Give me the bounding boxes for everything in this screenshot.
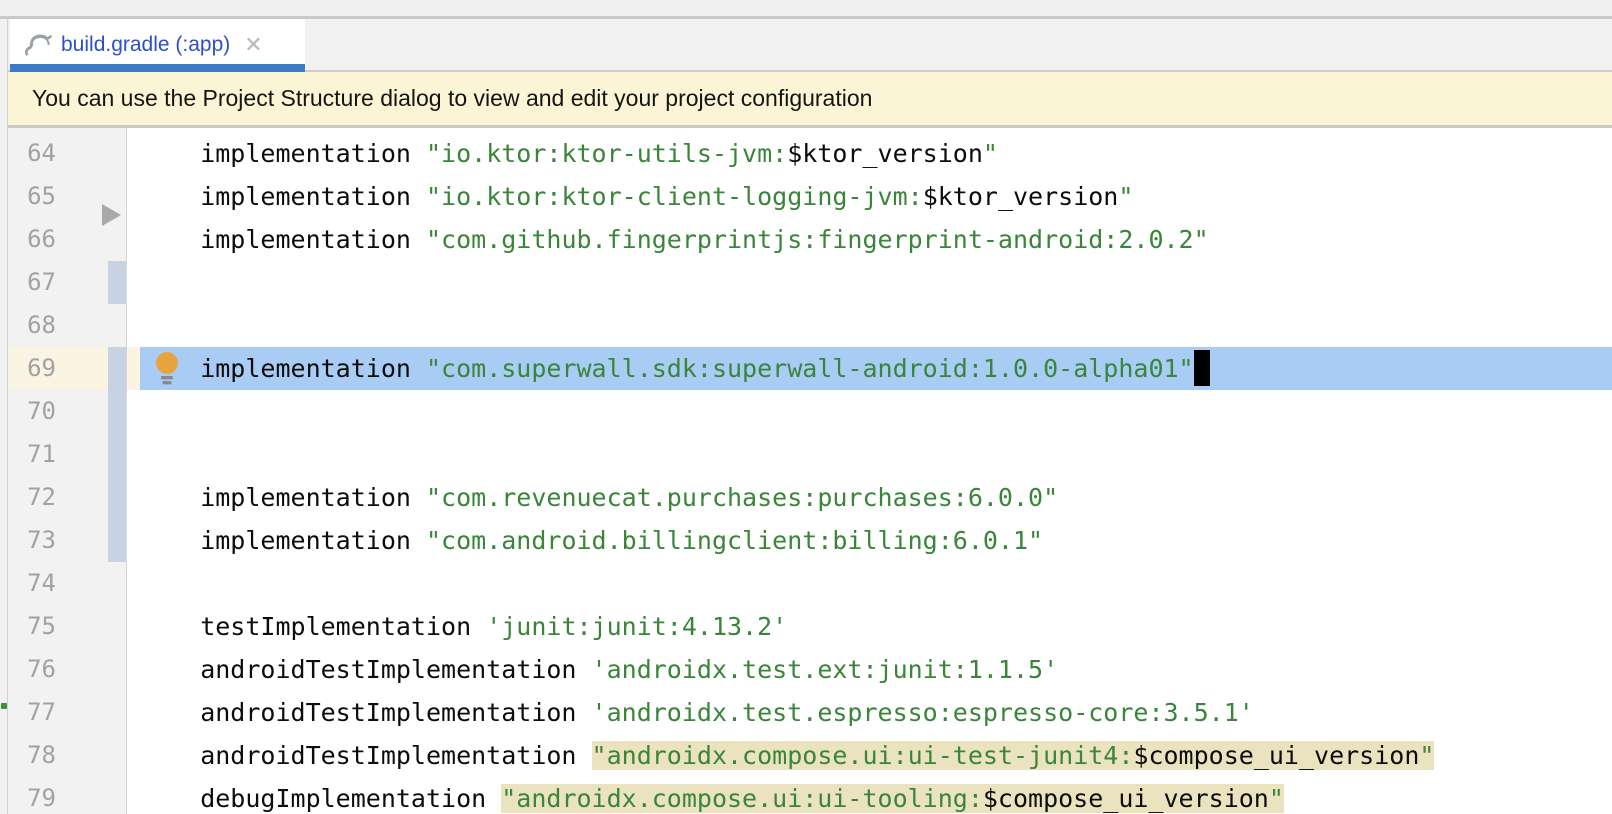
code-line-72[interactable]: implementation "com.revenuecat.purchases… [140,476,1612,519]
code-line-64[interactable]: implementation "io.ktor:ktor-utils-jvm:$… [140,132,1612,175]
code-token: implementation [140,182,426,211]
gutter-line-number: 74 [8,562,126,605]
code-string: "androidx.compose.ui:ui-test-junit4: [592,741,1134,770]
code-line-79[interactable]: debugImplementation "androidx.compose.ui… [140,777,1612,814]
code-string: "com.android.billingclient:billing:6.0.1… [426,526,1043,555]
fold-column [127,128,140,814]
code-line-73[interactable]: implementation "com.android.billingclien… [140,519,1612,562]
fold-cell [127,734,140,777]
code-line-78[interactable]: androidTestImplementation "androidx.comp… [140,734,1612,777]
gradle-elephant-icon [22,32,52,58]
gutter-line-number: 75 [8,605,126,648]
code-token: androidTestImplementation [140,741,592,770]
code-string: "io.ktor:ktor-utils-jvm: [426,139,787,168]
gutter-line-number: 68 [8,304,126,347]
code-token: implementation [140,483,426,512]
fold-cell [127,605,140,648]
code-string: " [1419,741,1434,770]
fold-cell [127,648,140,691]
gutter-line-number: 77 [8,691,126,734]
quickfix-bulb-icon[interactable] [155,352,181,385]
code-line-74[interactable] [140,562,1612,605]
close-tab-icon[interactable]: ✕ [244,34,262,56]
gutter-line-number: 64 [8,132,126,175]
vcs-marker-dot [1,703,7,709]
fold-cell [127,347,140,390]
code-token: $ktor_version [923,182,1119,211]
code-string: "com.superwall.sdk:superwall-android:1.0… [426,354,1194,383]
code-line-66[interactable]: implementation "com.github.fingerprintjs… [140,218,1612,261]
code-string: "com.github.fingerprintjs:fingerprint-an… [426,225,1209,254]
code-line-68[interactable] [140,304,1612,347]
code-string: 'androidx.test.espresso:espresso-core:3.… [592,698,1254,727]
tab-build-gradle[interactable]: build.gradle (:app) ✕ [10,19,305,70]
code-string: " [1269,784,1284,813]
code-line-69[interactable]: implementation "com.superwall.sdk:superw… [140,347,1612,390]
text-cursor [1194,350,1210,386]
gutter-line-number: 76 [8,648,126,691]
code-line-71[interactable] [140,433,1612,476]
banner-text: You can use the Project Structure dialog… [8,85,872,112]
notification-banner: You can use the Project Structure dialog… [8,72,1612,128]
code-string: "com.revenuecat.purchases:purchases:6.0.… [426,483,1058,512]
code-line-75[interactable]: testImplementation 'junit:junit:4.13.2' [140,605,1612,648]
code-string: " [1118,182,1133,211]
code-line-76[interactable]: androidTestImplementation 'androidx.test… [140,648,1612,691]
code-string: 'androidx.test.ext:junit:1.1.5' [592,655,1059,684]
tab-title: build.gradle (:app) [61,33,230,57]
code-token: testImplementation [140,612,486,641]
left-panel-edge[interactable] [0,19,8,814]
code-line-70[interactable] [140,390,1612,433]
code-editor[interactable]: 64656667686970717273747576777879 impleme… [8,128,1612,814]
editor-gutter: 64656667686970717273747576777879 [8,128,127,814]
fold-cell [127,390,140,433]
gutter-line-number: 78 [8,734,126,777]
fold-cell [127,132,140,175]
fold-cell [127,433,140,476]
change-marker-strip [108,261,126,304]
code-token: $compose_ui_version [983,784,1269,813]
fold-cell [127,218,140,261]
code-string: " [983,139,998,168]
code-token: implementation [140,225,426,254]
fold-cell [127,562,140,605]
code-token: implementation [140,354,426,383]
editor-tab-bar: build.gradle (:app) ✕ [8,19,1612,72]
fold-cell [127,476,140,519]
window-top-strip [0,0,1612,19]
gutter-line-number: 79 [8,777,126,814]
fold-cell [127,519,140,562]
fold-arrow-icon[interactable] [102,204,121,226]
code-string: 'junit:junit:4.13.2' [486,612,787,641]
code-token: androidTestImplementation [140,655,592,684]
code-line-67[interactable] [140,261,1612,304]
ide-window: build.gradle (:app) ✕ You can use the Pr… [0,0,1612,814]
code-area[interactable]: implementation "io.ktor:ktor-utils-jvm:$… [140,128,1612,814]
fold-cell [127,691,140,734]
fold-cell [127,261,140,304]
code-string: "io.ktor:ktor-client-logging-jvm: [426,182,923,211]
code-token: implementation [140,139,426,168]
code-line-65[interactable]: implementation "io.ktor:ktor-client-logg… [140,175,1612,218]
fold-cell [127,304,140,347]
code-token: debugImplementation [140,784,501,813]
code-token: androidTestImplementation [140,698,592,727]
change-marker-strip [108,347,126,562]
code-token: $compose_ui_version [1133,741,1419,770]
code-token: $ktor_version [787,139,983,168]
fold-cell [127,777,140,814]
code-line-77[interactable]: androidTestImplementation 'androidx.test… [140,691,1612,734]
code-string: "androidx.compose.ui:ui-tooling: [501,784,983,813]
fold-cell [127,175,140,218]
code-token: implementation [140,526,426,555]
